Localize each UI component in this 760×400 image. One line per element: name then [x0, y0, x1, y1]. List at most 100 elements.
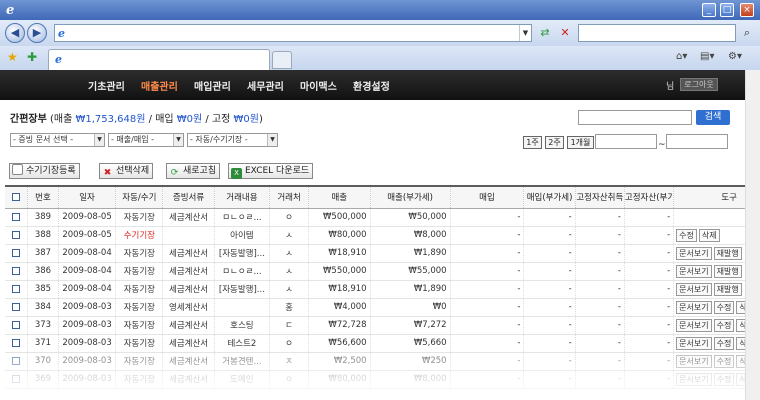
row-tool-button[interactable]: 수정: [713, 318, 735, 332]
select-all-checkbox-cell[interactable]: [5, 185, 29, 209]
address-input[interactable]: e ▼: [54, 24, 532, 42]
row-sales: ₩56,600: [308, 334, 371, 353]
table-row[interactable]: 384 2009-08-03 자동기장 영세계산서 홍 ₩4,000 ₩0- - - - 문서보기 수…: [5, 298, 745, 317]
doc-type-select[interactable]: - 증빙 문서 선택 - ▼: [10, 133, 105, 147]
new-tab-button[interactable]: [272, 51, 292, 69]
maximize-button[interactable]: □: [720, 3, 734, 17]
delete-selected-button[interactable]: ✖ 선택삭제: [99, 163, 154, 179]
table-header: 번호 일자 자동/수기 증빙서류 거래내용 거래처 매출 매출(부가세) 매입 매입(부가세) 고정…: [5, 185, 745, 209]
period-1month-button[interactable]: 1개월: [567, 136, 594, 149]
table-row[interactable]: 370 2009-08-03 자동기장 세금계산서 거봉견텐... ㅈ ₩2,500 ₩250…: [5, 352, 745, 371]
keyword-input[interactable]: [578, 110, 692, 125]
table-row[interactable]: 388 2009-08-05 수기기장 아이템 ㅅ ₩80,000 ₩8,000- - - - 수정…: [5, 226, 745, 245]
row-asset: -: [575, 280, 625, 299]
row-vendor: ㅅ: [269, 280, 310, 299]
row-checkbox[interactable]: [12, 230, 21, 239]
row-tool-button[interactable]: 문서보기: [676, 300, 712, 314]
row-checkbox[interactable]: [12, 248, 21, 257]
row-tool-button[interactable]: 재발행: [713, 264, 742, 278]
page-scrollbar[interactable]: [745, 70, 760, 400]
row-checkbox[interactable]: [12, 374, 21, 383]
column-header: 도구: [673, 185, 745, 209]
menu-settings[interactable]: 환경설정: [353, 78, 390, 93]
table-row[interactable]: 373 2009-08-03 자동기장 세금계산서 호스팅 ㄷ ₩72,728 ₩7,272-…: [5, 316, 745, 335]
row-tool-button[interactable]: 문서보기: [676, 246, 712, 260]
page-title: 간편장부: [10, 114, 47, 125]
menu-purchase[interactable]: 매입관리: [194, 78, 231, 93]
row-tool-button[interactable]: 삭: [736, 372, 745, 386]
tab-current[interactable]: e: [48, 49, 270, 70]
page-menu-icon[interactable]: ▤▾: [700, 51, 714, 62]
home-icon[interactable]: ⌂▾: [676, 51, 687, 62]
row-asset: -: [575, 316, 625, 335]
row-tool-button[interactable]: 수정: [713, 354, 735, 368]
row-vendor: 홍: [269, 298, 310, 317]
auto-manual-select[interactable]: - 자동/수기기장 - ▼: [187, 133, 278, 147]
menu-sales[interactable]: 매출관리: [141, 78, 178, 93]
logout-button[interactable]: 로그아웃: [680, 78, 718, 91]
row-checkbox[interactable]: [12, 212, 21, 221]
excel-download-button[interactable]: X EXCEL 다운로드: [228, 163, 314, 179]
row-tool-button[interactable]: 수정: [713, 372, 735, 386]
add-favorite-icon[interactable]: ✚: [27, 50, 37, 64]
date-from-input[interactable]: [595, 134, 657, 149]
row-tool-button[interactable]: 문서보기: [676, 354, 712, 368]
menu-mymax[interactable]: 마이맥스: [300, 78, 337, 93]
row-tool-button[interactable]: 문서보기: [676, 336, 712, 350]
menu-tax[interactable]: 세무관리: [247, 78, 284, 93]
row-tool-button[interactable]: 수정: [713, 336, 735, 350]
row-checkbox[interactable]: [12, 302, 21, 311]
row-tool-button[interactable]: 수정: [713, 300, 735, 314]
row-tool-button[interactable]: 재발행: [713, 282, 742, 296]
row-sales-vat: ₩250: [370, 352, 451, 371]
row-description: 거봉견텐...: [214, 352, 271, 371]
add-manual-entry-button[interactable]: 수기기장등록: [9, 163, 80, 179]
forward-button[interactable]: ▶: [27, 23, 47, 43]
column-header: 번호: [27, 185, 59, 209]
period-1week-button[interactable]: 1주: [523, 136, 542, 149]
row-tool-button[interactable]: 삭: [736, 318, 745, 332]
column-header: 증빙서류: [162, 185, 215, 209]
search-input[interactable]: [578, 24, 736, 42]
stop-icon[interactable]: ✕: [556, 24, 574, 42]
row-checkbox[interactable]: [12, 284, 21, 293]
row-checkbox[interactable]: [12, 356, 21, 365]
close-button[interactable]: ×: [740, 3, 754, 17]
favorites-star-icon[interactable]: ★: [7, 50, 18, 64]
sales-purchase-select[interactable]: - 매출/매입 - ▼: [108, 133, 184, 147]
row-number: 371: [27, 334, 59, 353]
row-tool-button[interactable]: 삭제: [698, 228, 720, 242]
back-button[interactable]: ◀: [5, 23, 25, 43]
row-tool-button[interactable]: 문서보기: [676, 318, 712, 332]
period-2week-button[interactable]: 2주: [545, 136, 564, 149]
search-icon[interactable]: ⌕: [738, 24, 756, 42]
refresh-icon[interactable]: ⇄: [536, 24, 554, 42]
select-all-checkbox[interactable]: [12, 192, 21, 201]
row-tool-button[interactable]: 삭: [736, 354, 745, 368]
search-button[interactable]: 검색: [696, 110, 730, 125]
table-row[interactable]: 386 2009-08-04 자동기장 세금계산서 ㅁㄴㅇㄹ... ㅅ ₩550,000 ₩5…: [5, 262, 745, 281]
row-checkbox[interactable]: [12, 338, 21, 347]
row-tool-button[interactable]: 문서보기: [676, 264, 712, 278]
row-checkbox[interactable]: [12, 266, 21, 275]
row-tool-button[interactable]: 문서보기: [676, 282, 712, 296]
row-tool-button[interactable]: 재발행: [713, 246, 742, 260]
row-tool-button[interactable]: 문서보기: [676, 372, 712, 386]
date-to-input[interactable]: [666, 134, 728, 149]
chevron-down-icon[interactable]: ▼: [519, 25, 531, 41]
row-tool-button[interactable]: 삭: [736, 300, 745, 314]
row-tool-button[interactable]: 수정: [676, 228, 697, 242]
table-row[interactable]: 371 2009-08-03 자동기장 세금계산서 테스트2 ㅇ ₩56,600 ₩5,660…: [5, 334, 745, 353]
table-row[interactable]: 389 2009-08-05 자동기장 세금계산서 ㅁㄴㅇㄹ... ㅇ ₩500,000 ₩5…: [5, 208, 745, 227]
table-row[interactable]: 385 2009-08-04 자동기장 세금계산서 [자동발행]... ㅅ ₩18,910 ₩…: [5, 280, 745, 299]
row-mode: 자동기장: [115, 370, 164, 389]
row-checkbox[interactable]: [12, 320, 21, 329]
table-row[interactable]: 387 2009-08-04 자동기장 세금계산서 [자동발행]... ㅅ ₩18,910 ₩…: [5, 244, 745, 263]
row-date: 2009-08-03: [58, 370, 117, 389]
refresh-button[interactable]: ⟳ 새로고침: [166, 163, 221, 179]
minimize-button[interactable]: _: [702, 3, 716, 17]
tools-gear-icon[interactable]: ⚙▾: [728, 51, 742, 62]
row-tool-button[interactable]: 삭: [736, 336, 745, 350]
table-row[interactable]: 369 2009-08-03 자동기장 세금계산서 도메인 ㅇ ₩80,000 ₩8,000-…: [5, 370, 745, 389]
menu-basic[interactable]: 기초관리: [88, 78, 125, 93]
